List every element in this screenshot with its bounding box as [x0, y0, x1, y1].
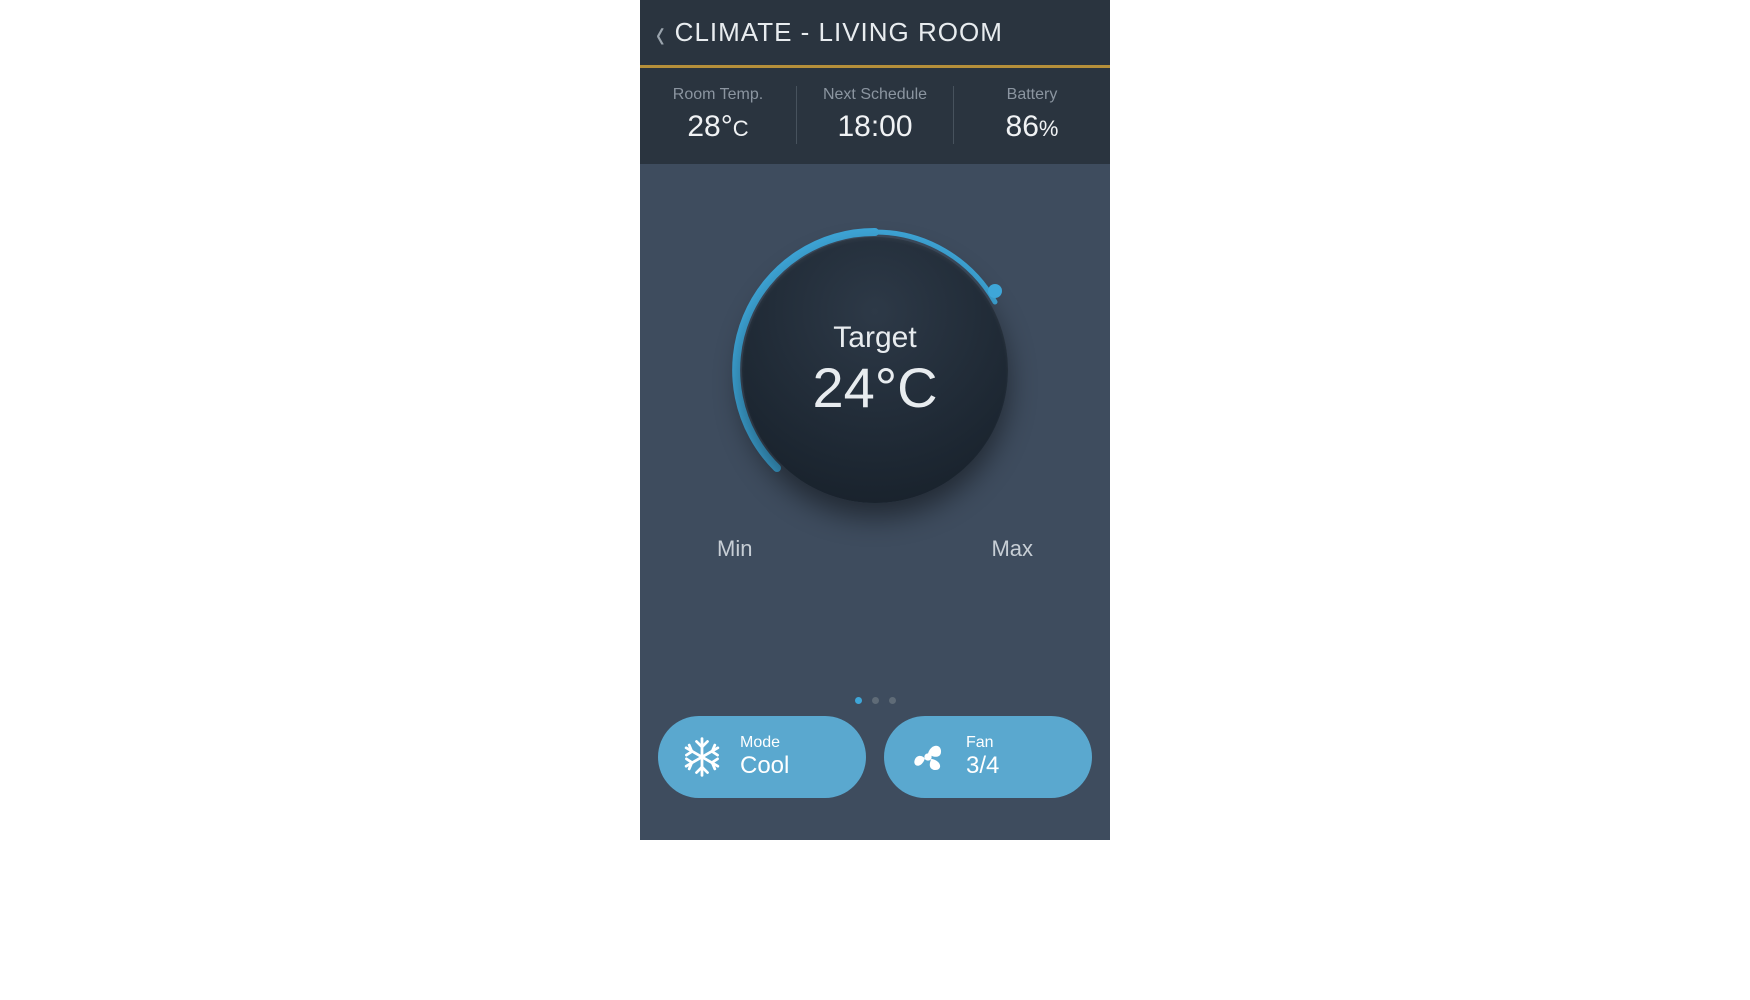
fan-button[interactable]: Fan 3/4 — [884, 716, 1092, 798]
stat-room-temp: Room Temp. 28°C — [640, 86, 797, 144]
target-label: Target — [833, 321, 916, 355]
page-dot[interactable] — [889, 697, 896, 704]
fan-value: 3/4 — [966, 752, 999, 780]
stat-battery: Battery 86% — [954, 86, 1110, 144]
page-dot[interactable] — [855, 697, 862, 704]
fan-label: Fan — [966, 734, 999, 752]
stat-label: Battery — [1007, 86, 1058, 104]
control-buttons: Mode Cool Fan 3/4 — [640, 716, 1110, 840]
dial-area: Target 24°C Min Max — [640, 164, 1110, 716]
header-bar: ‹ CLIMATE - LIVING ROOM — [640, 0, 1110, 68]
stat-value: 86% — [1006, 110, 1059, 144]
page-indicator — [640, 697, 1110, 704]
stats-bar: Room Temp. 28°C Next Schedule 18:00 Batt… — [640, 68, 1110, 164]
mode-value: Cool — [740, 752, 789, 780]
dial-knob[interactable]: Target 24°C — [742, 237, 1008, 503]
fan-icon — [906, 735, 950, 779]
dial-indicator[interactable] — [988, 284, 1002, 298]
stat-label: Room Temp. — [673, 86, 763, 104]
mode-button[interactable]: Mode Cool — [658, 716, 866, 798]
snowflake-icon — [680, 735, 724, 779]
stat-next-schedule: Next Schedule 18:00 — [797, 86, 954, 144]
page-title: CLIMATE - LIVING ROOM — [675, 17, 1003, 48]
stat-value: 18:00 — [837, 110, 912, 144]
temperature-dial[interactable]: Target 24°C — [705, 200, 1045, 540]
target-value: 24°C — [812, 355, 937, 420]
page-dot[interactable] — [872, 697, 879, 704]
back-icon[interactable]: ‹ — [656, 12, 665, 54]
mode-label: Mode — [740, 734, 789, 752]
stat-value: 28°C — [687, 110, 748, 144]
stat-label: Next Schedule — [823, 86, 927, 104]
climate-screen: ‹ CLIMATE - LIVING ROOM Room Temp. 28°C … — [640, 0, 1110, 840]
